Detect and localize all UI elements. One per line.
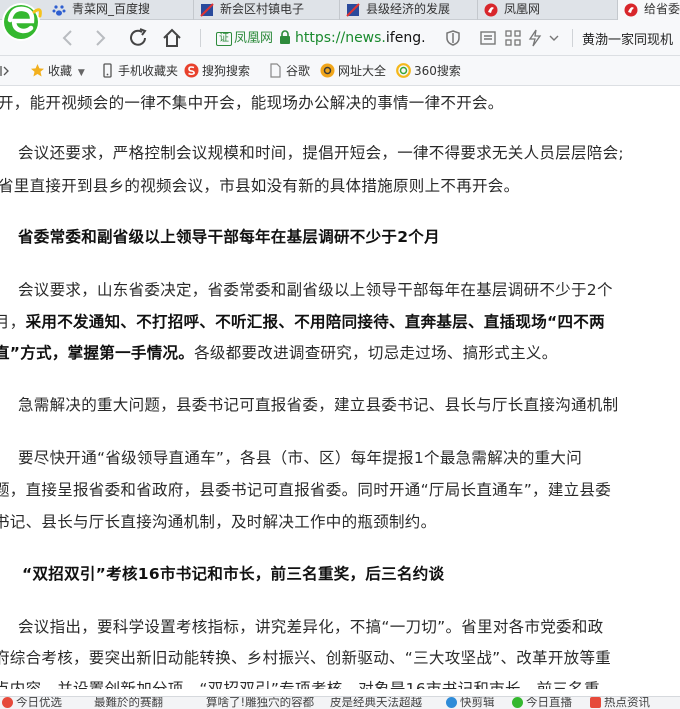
star-icon [31,64,44,77]
status-item[interactable]: 快剪辑 [446,696,495,709]
paragraph-line: 书记、县长与厅长直接沟通机制，及时解决工作中的瓶颈制约。 [0,513,437,531]
status-item[interactable]: 今日直播 [512,696,572,709]
status-label: 最難於的赛翻 [94,696,163,709]
certificate-badge[interactable]: 证 [216,32,232,46]
sogou-icon [184,63,199,78]
reader-mode-icon[interactable] [479,29,497,47]
chevron-right-icon[interactable] [0,65,12,77]
navigation-bar: 证凤凰网 https://news.ifeng. 黄渤一家同现机 [0,20,680,56]
status-item[interactable]: 算啥了!雕独穴的容都 [206,696,315,709]
paragraph-line: 点内容，并设置创新加分项。“双招双引”专项考核，对象是16市书记和市长，前三名重 [0,680,600,689]
bookmark-sogou[interactable]: 搜狗搜索 [184,63,250,79]
browser-logo-icon[interactable] [0,0,46,46]
status-label: 热点资讯 [604,696,650,709]
article-body: 开，能开视频会的一律不集中开会，能现场办公解决的事情一律不开会。 会议还要求，严… [0,86,680,689]
tab-label: 给省委 [644,2,680,16]
paw-icon [52,5,66,16]
paragraph-line: 直”方式，掌握第一手情况。各级都要改进调查研究，切忌走过场、搞形式主义。 [0,342,558,364]
paragraph-line: 省里直接开到县乡的视频会议，市县如没有新的具体措施原则上不再开会。 [0,177,520,195]
url-text[interactable]: https://news.ifeng. [295,30,426,46]
text-run: 各级都要改进调查研究，切忌走过场、搞形式主义。 [194,344,558,362]
paragraph-line: 开，能开视频会的一律不集中开会，能现场办公解决的事情一律不开会。 [0,94,504,112]
bookmarks-bar: 收藏 ▼ 手机收藏夹 搜狗搜索 谷歌 网址大全 360搜索 [0,56,680,86]
bookmark-label: 360搜索 [414,64,461,78]
bold-text: 采用不发通知、不打招呼、不听汇报、不用陪同接待、直奔基层、直插现场“四不两 [25,313,605,331]
status-label: 今日优选 [16,696,62,709]
tab-baidu[interactable]: 青菜网_百度搜 [46,0,194,20]
bookmark-label: 搜狗搜索 [202,64,251,78]
bookmark-label: 收藏 [48,64,73,78]
status-item[interactable]: 今日优选 [2,696,62,709]
status-label: 快剪辑 [460,696,495,709]
bookmark-favorites[interactable]: 收藏 ▼ [30,63,85,81]
page-icon [346,3,360,17]
apps-grid-icon[interactable] [504,29,522,47]
bookmark-hao123[interactable]: 网址大全 [320,63,386,79]
scissors-icon [446,697,457,708]
compass-icon [320,63,335,78]
bookmark-label: 网址大全 [338,64,387,78]
tab-strip: 青菜网_百度搜 新会区村镇电子 县级经济的发展 凤凰网 给省委 [0,0,680,20]
status-label: 皮是经典天法超越 [330,696,422,709]
back-icon[interactable] [56,26,80,50]
tab-label: 青菜网_百度搜 [72,2,151,16]
section-heading: 省委常委和副省级以上领导干部每年在基层调研不少于2个月 [18,228,440,246]
chevron-down-icon[interactable] [548,29,560,47]
site-name: 凤凰网 [234,31,274,46]
hot-news-icon [590,697,601,708]
news-icon [2,697,13,708]
bold-text: 直”方式，掌握第一手情况。 [0,344,195,362]
page-icon [270,63,281,78]
phoenix-icon [624,3,638,17]
section-heading: “双招双引”考核16市书记和市长，前三名重奖，后三名约谈 [22,565,445,583]
status-label: 今日直播 [526,696,572,709]
360-icon [396,63,411,78]
bottom-status-bar: 今日优选 最難於的赛翻 算啥了!雕独穴的容都 皮是经典天法超越 快剪辑 今日直播… [0,696,680,709]
tab-label: 凤凰网 [504,2,541,16]
url-domain: ifeng. [385,30,426,46]
address-bar[interactable]: 证凤凰网 https://news.ifeng. [216,26,448,50]
phoenix-icon [484,3,498,17]
lightning-icon[interactable] [526,29,544,47]
lock-icon[interactable] [277,29,293,45]
bookmark-360[interactable]: 360搜索 [396,63,461,79]
tab-current[interactable]: 给省委 [618,0,680,20]
status-item[interactable]: 皮是经典天法超越 [330,696,422,709]
phone-icon [103,63,112,78]
paragraph-line: 会议指出，要科学设置考核指标，讲究差异化，不搞“一刀切”。省里对各市党委和政 [18,618,604,636]
tab-village[interactable]: 新会区村镇电子 [194,0,340,20]
page-icon [200,3,214,17]
forward-icon[interactable] [88,26,112,50]
status-item[interactable]: 热点资讯 [590,696,650,709]
paragraph-line: 会议要求，山东省委决定，省委常委和副省级以上领导干部每年在基层调研不少于2个 [18,281,613,299]
paragraph-line: 府综合考核，要突出新旧动能转换、乡村振兴、创新驱动、“三大攻坚战”、改革开放等重 [0,649,612,667]
bookmark-google[interactable]: 谷歌 [268,63,310,79]
reload-icon[interactable] [126,26,150,50]
url-prefix: https://news. [295,30,386,46]
tab-label: 新会区村镇电子 [220,2,305,16]
bookmark-label: 手机收藏夹 [118,64,179,78]
chevron-down-icon: ▼ [77,68,85,78]
shield-icon[interactable] [444,29,462,47]
status-label: 算啥了!雕独穴的容都 [206,696,315,709]
tab-county[interactable]: 县级经济的发展 [340,0,478,20]
paragraph-line: 要尽快开通“省级领导直通车”，各县（市、区）每年提报1个最急需解决的重大问 [18,449,583,467]
text-run: 月， [0,313,26,331]
search-input[interactable]: 黄渤一家同现机 [582,29,673,48]
paragraph-line: 急需解决的重大问题，县委书记可直报省委，建立县委书记、县长与厅长直接沟通机制 [18,396,619,414]
paragraph-line: 会议还要求，严格控制会议规模和时间，提倡开短会，一律不得要求无关人员层层陪会; [18,144,624,162]
paragraph-line: 题，直接呈报省委和省政府，县委书记可直报省委。同时开通“厅局长直通车”，建立县委 [0,481,612,499]
status-item[interactable]: 最難於的赛翻 [94,696,163,709]
bookmark-label: 谷歌 [286,64,311,78]
tab-ifeng[interactable]: 凤凰网 [478,0,618,20]
home-icon[interactable] [160,26,184,50]
paragraph-line: 月，采用不发通知、不打招呼、不听汇报、不用陪同接待、直奔基层、直插现场“四不两 [0,311,605,333]
tab-label: 县级经济的发展 [366,2,451,16]
bookmark-mobile[interactable]: 手机收藏夹 [100,63,178,79]
live-icon [512,697,523,708]
